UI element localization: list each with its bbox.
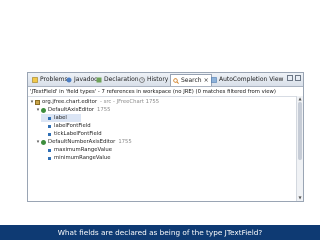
- tab-search[interactable]: Search ×: [170, 74, 212, 86]
- tab-declaration[interactable]: Declaration: [94, 74, 141, 85]
- tree-item-field[interactable]: labelFontField: [41, 122, 91, 130]
- tree-item-label: labelFontField: [54, 123, 91, 129]
- class-icon: [41, 139, 46, 145]
- history-icon: [139, 76, 145, 83]
- package-icon: [35, 99, 40, 105]
- slide-caption: What fields are declared as being of the…: [0, 225, 320, 240]
- tree-item-field[interactable]: minimumRangeValue: [41, 154, 110, 162]
- tree-item-label: DefaultNumberAxisEditor: [48, 139, 116, 145]
- field-icon: [48, 148, 51, 152]
- autocompletion-icon: [211, 76, 217, 83]
- tree-item-package[interactable]: ▾ org.jfree.chart.editor - src - JFreeCh…: [29, 98, 159, 106]
- tree-item-label: org.jfree.chart.editor: [42, 99, 98, 105]
- search-icon: [173, 77, 179, 84]
- window-controls: [287, 75, 301, 81]
- search-status: 'JTextField' in 'field types' - 7 refere…: [28, 87, 303, 97]
- field-icon: [48, 124, 51, 128]
- tree-item-class[interactable]: ▾ DefaultAxisEditor 1755: [35, 106, 111, 114]
- declaration-icon: [96, 77, 102, 83]
- tab-label: History: [147, 76, 169, 83]
- tree-item-hint: - src - JFreeChart 1755: [100, 99, 160, 105]
- tree-item-field-selected[interactable]: label: [41, 114, 81, 122]
- tree-item-class[interactable]: ▾ DefaultNumberAxisEditor 1755: [35, 138, 132, 146]
- minimize-icon[interactable]: [287, 75, 293, 81]
- maximize-icon[interactable]: [295, 75, 301, 81]
- tree-item-hint: 1755: [118, 139, 132, 145]
- class-icon: [41, 107, 46, 113]
- vertical-scrollbar[interactable]: ▲ ▼: [296, 96, 303, 201]
- scroll-down-icon[interactable]: ▼: [297, 195, 303, 201]
- tree-item-hint: 1755: [97, 107, 111, 113]
- javadoc-icon: [66, 77, 72, 83]
- field-icon: [48, 156, 51, 160]
- view-tab-bar: Problems Javadoc Declaration History Sea…: [28, 73, 303, 87]
- tree-item-field[interactable]: tickLabelFontField: [41, 130, 102, 138]
- tree-item-label: label: [54, 115, 67, 121]
- tab-label: AutoCompletion View: [219, 76, 284, 83]
- tab-label: Declaration: [104, 76, 139, 83]
- search-view-window: Problems Javadoc Declaration History Sea…: [27, 72, 304, 202]
- tree-item-label: minimumRangeValue: [54, 155, 111, 161]
- tree-item-label: tickLabelFontField: [54, 131, 102, 137]
- scrollbar-thumb[interactable]: [298, 102, 302, 160]
- problems-icon: [32, 76, 38, 83]
- tab-label: Search: [181, 77, 202, 84]
- tree-item-label: DefaultAxisEditor: [48, 107, 95, 113]
- tree-item-label: maximumRangeValue: [54, 147, 113, 153]
- close-icon[interactable]: ×: [204, 77, 209, 84]
- field-icon: [48, 132, 51, 136]
- tab-autocompletion-view[interactable]: AutoCompletion View: [209, 74, 285, 85]
- tab-history[interactable]: History: [137, 74, 170, 85]
- tree-item-field[interactable]: maximumRangeValue: [41, 146, 112, 154]
- field-icon: [48, 116, 51, 120]
